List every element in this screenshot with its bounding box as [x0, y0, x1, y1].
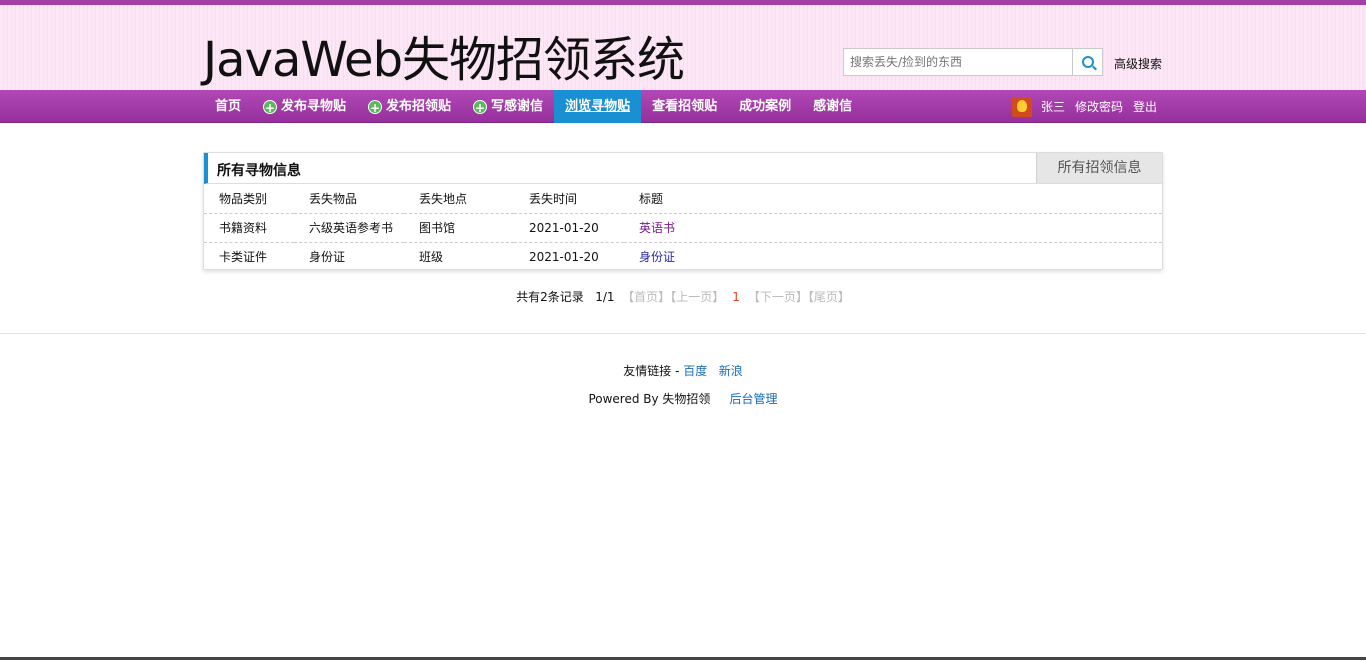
table-cell: 六级英语参考书: [294, 213, 404, 243]
column-header: 物品类别: [204, 184, 294, 214]
friend-links: 友情链接 - 百度 新浪: [0, 362, 1366, 379]
column-header: 丢失时间: [514, 184, 624, 214]
nav-success-cases-label: 成功案例: [739, 99, 792, 114]
admin-link[interactable]: 后台管理: [730, 392, 778, 406]
item-title-link[interactable]: 英语书: [624, 213, 1162, 243]
plus-icon: +: [473, 99, 488, 115]
table-cell: 2021-01-20: [514, 213, 624, 243]
column-header: 丢失地点: [404, 184, 514, 214]
search-input[interactable]: [843, 48, 1073, 76]
pagination: 共有2条记录 1/1 【首页】【上一页】 1 【下一页】【尾页】: [0, 288, 1366, 305]
plus-icon: +: [263, 99, 278, 115]
nav-post-found-label: 发布招领贴: [386, 99, 452, 114]
column-header: 丢失物品: [294, 184, 404, 214]
header: JavaWeb失物招领系统 高级搜索: [0, 5, 1366, 90]
item-title-link[interactable]: 身份证: [624, 242, 1162, 271]
nav-view-found-label: 查看招领贴: [652, 99, 718, 114]
table-cell: 身份证: [309, 250, 346, 265]
table-row: 卡类证件 身份证 班级 2021-01-20 身份证: [204, 242, 1162, 271]
nav-write-thanks[interactable]: + 写感谢信: [462, 90, 554, 123]
powered-by: Powered By 失物招领 后台管理: [0, 390, 1366, 407]
friend-links-label: 友情链接 -: [623, 364, 680, 378]
plus-icon: +: [368, 99, 383, 115]
baidu-link[interactable]: 百度: [683, 364, 707, 378]
nav-post-lost-label: 发布寻物贴: [281, 99, 347, 114]
nav-view-found[interactable]: 查看招领贴: [641, 90, 728, 123]
advanced-search-link[interactable]: 高级搜索: [1114, 55, 1162, 72]
first-page-link[interactable]: 【首页】: [622, 290, 670, 304]
table-header-row: 物品类别 丢失物品 丢失地点 丢失时间 标题: [204, 184, 1162, 214]
table-cell: 图书馆: [404, 213, 514, 243]
panel-title: 所有寻物信息: [217, 163, 301, 179]
tab-all-found[interactable]: 所有招领信息: [1036, 153, 1162, 183]
table-cell: 班级: [419, 250, 444, 265]
change-password-link[interactable]: 修改密码: [1075, 98, 1123, 115]
sina-link[interactable]: 新浪: [719, 364, 743, 378]
nav-thanks-letters-label: 感谢信: [813, 99, 853, 114]
current-page[interactable]: 1: [732, 290, 740, 304]
nav-home-label: 首页: [215, 99, 242, 114]
table-cell: 书籍资料: [204, 213, 294, 243]
avatar: [1012, 96, 1032, 117]
nav-thanks-letters[interactable]: 感谢信: [802, 90, 863, 123]
nav-browse-lost-label: 浏览寻物贴: [565, 99, 631, 114]
search-button[interactable]: [1072, 48, 1103, 76]
panel-header: 所有寻物信息 所有招领信息: [204, 153, 1162, 184]
page-info: 1/1: [595, 290, 615, 304]
nav-browse-lost[interactable]: 浏览寻物贴: [554, 90, 642, 123]
nav-write-thanks-label: 写感谢信: [491, 99, 544, 114]
column-header: 标题: [624, 184, 1162, 214]
record-count: 共有2条记录: [516, 290, 584, 304]
nav-success-cases[interactable]: 成功案例: [728, 90, 802, 123]
search-icon: [1081, 56, 1094, 68]
nav-post-lost[interactable]: + 发布寻物贴: [252, 90, 357, 123]
next-page-link[interactable]: 【下一页】: [748, 290, 808, 304]
nav-home[interactable]: 首页: [204, 90, 252, 123]
main-nav: 首页 + 发布寻物贴 + 发布招领贴 + 写感谢信 浏览寻物贴 查看招领贴 成功案例 …: [0, 90, 1366, 123]
user-area: 张三 修改密码 登出: [1012, 90, 1167, 123]
powered-by-text: Powered By 失物招领: [588, 392, 711, 406]
table-cell: 卡类证件: [219, 250, 268, 265]
logout-link[interactable]: 登出: [1133, 98, 1157, 115]
lost-items-panel: 所有寻物信息 所有招领信息 物品类别 丢失物品 丢失地点 丢失时间 标题 书籍资…: [203, 152, 1163, 270]
user-name[interactable]: 张三: [1041, 98, 1065, 115]
table-row: 书籍资料 六级英语参考书 图书馆 2021-01-20 英语书: [204, 213, 1162, 243]
lost-items-table: 物品类别 丢失物品 丢失地点 丢失时间 标题 书籍资料 六级英语参考书 图书馆 …: [204, 184, 1162, 271]
last-page-link[interactable]: 【尾页】: [808, 290, 850, 304]
footer-divider: [0, 333, 1366, 334]
nav-post-found[interactable]: + 发布招领贴: [357, 90, 462, 123]
prev-page-link[interactable]: 【上一页】: [670, 290, 724, 304]
table-cell: 2021-01-20: [529, 249, 599, 264]
site-logo: JavaWeb失物招领系统: [203, 32, 685, 88]
